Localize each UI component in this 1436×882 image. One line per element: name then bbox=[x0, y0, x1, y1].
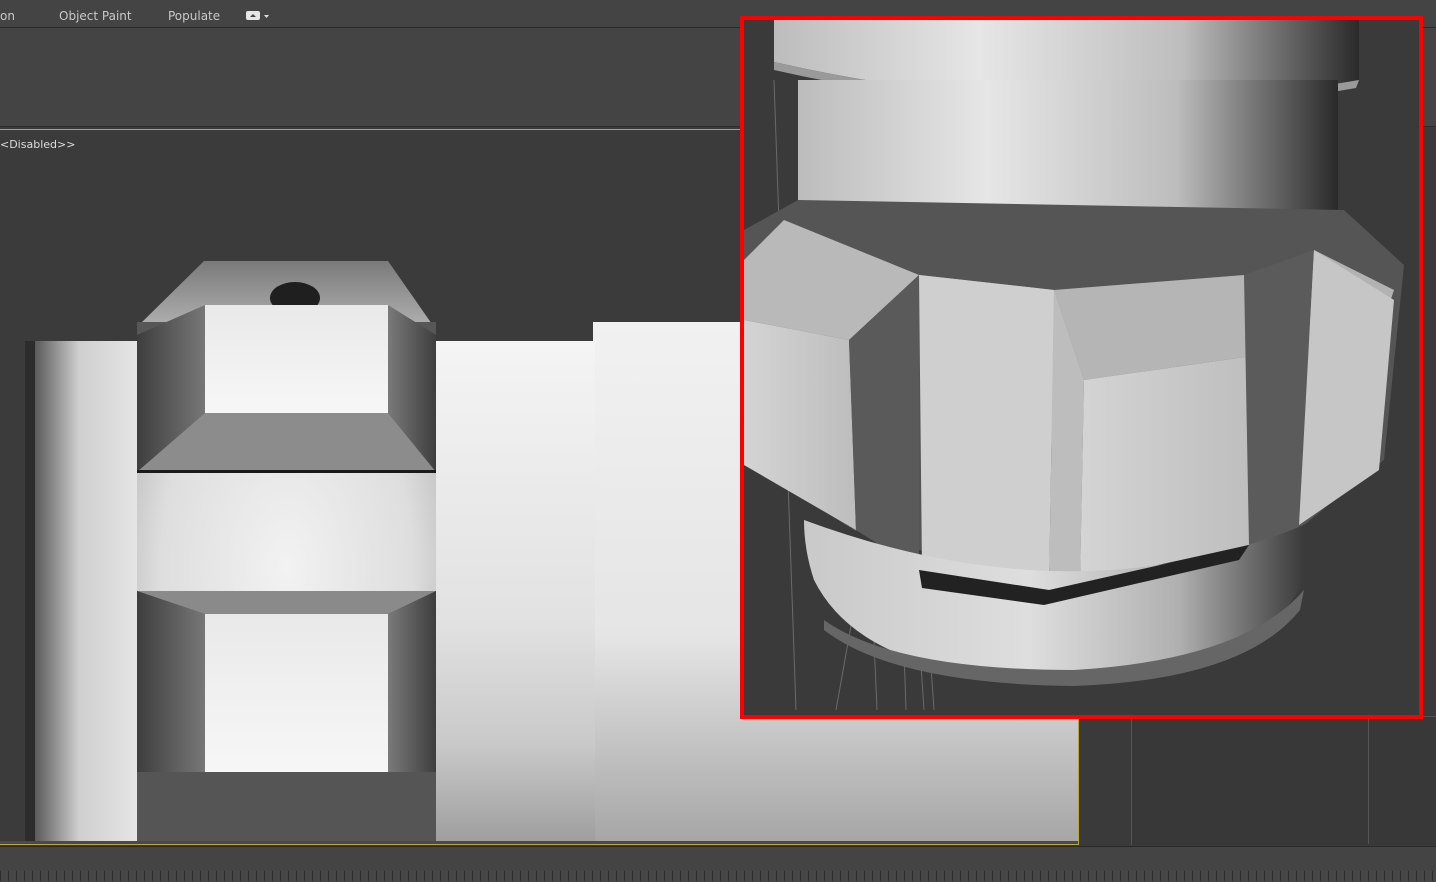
time-slider-track[interactable] bbox=[0, 871, 1436, 881]
command-panel-rollout bbox=[1131, 716, 1436, 845]
ribbon-tab-on[interactable]: on bbox=[0, 9, 15, 23]
ribbon-tab-populate[interactable]: Populate bbox=[168, 9, 220, 23]
ribbon-tab-object-paint[interactable]: Object Paint bbox=[59, 9, 132, 23]
callout-model-render bbox=[744, 20, 1419, 715]
command-panel-divider bbox=[1368, 716, 1369, 844]
ribbon-dropdown-icon[interactable] bbox=[246, 11, 272, 21]
zoomed-detail-callout bbox=[740, 16, 1423, 719]
